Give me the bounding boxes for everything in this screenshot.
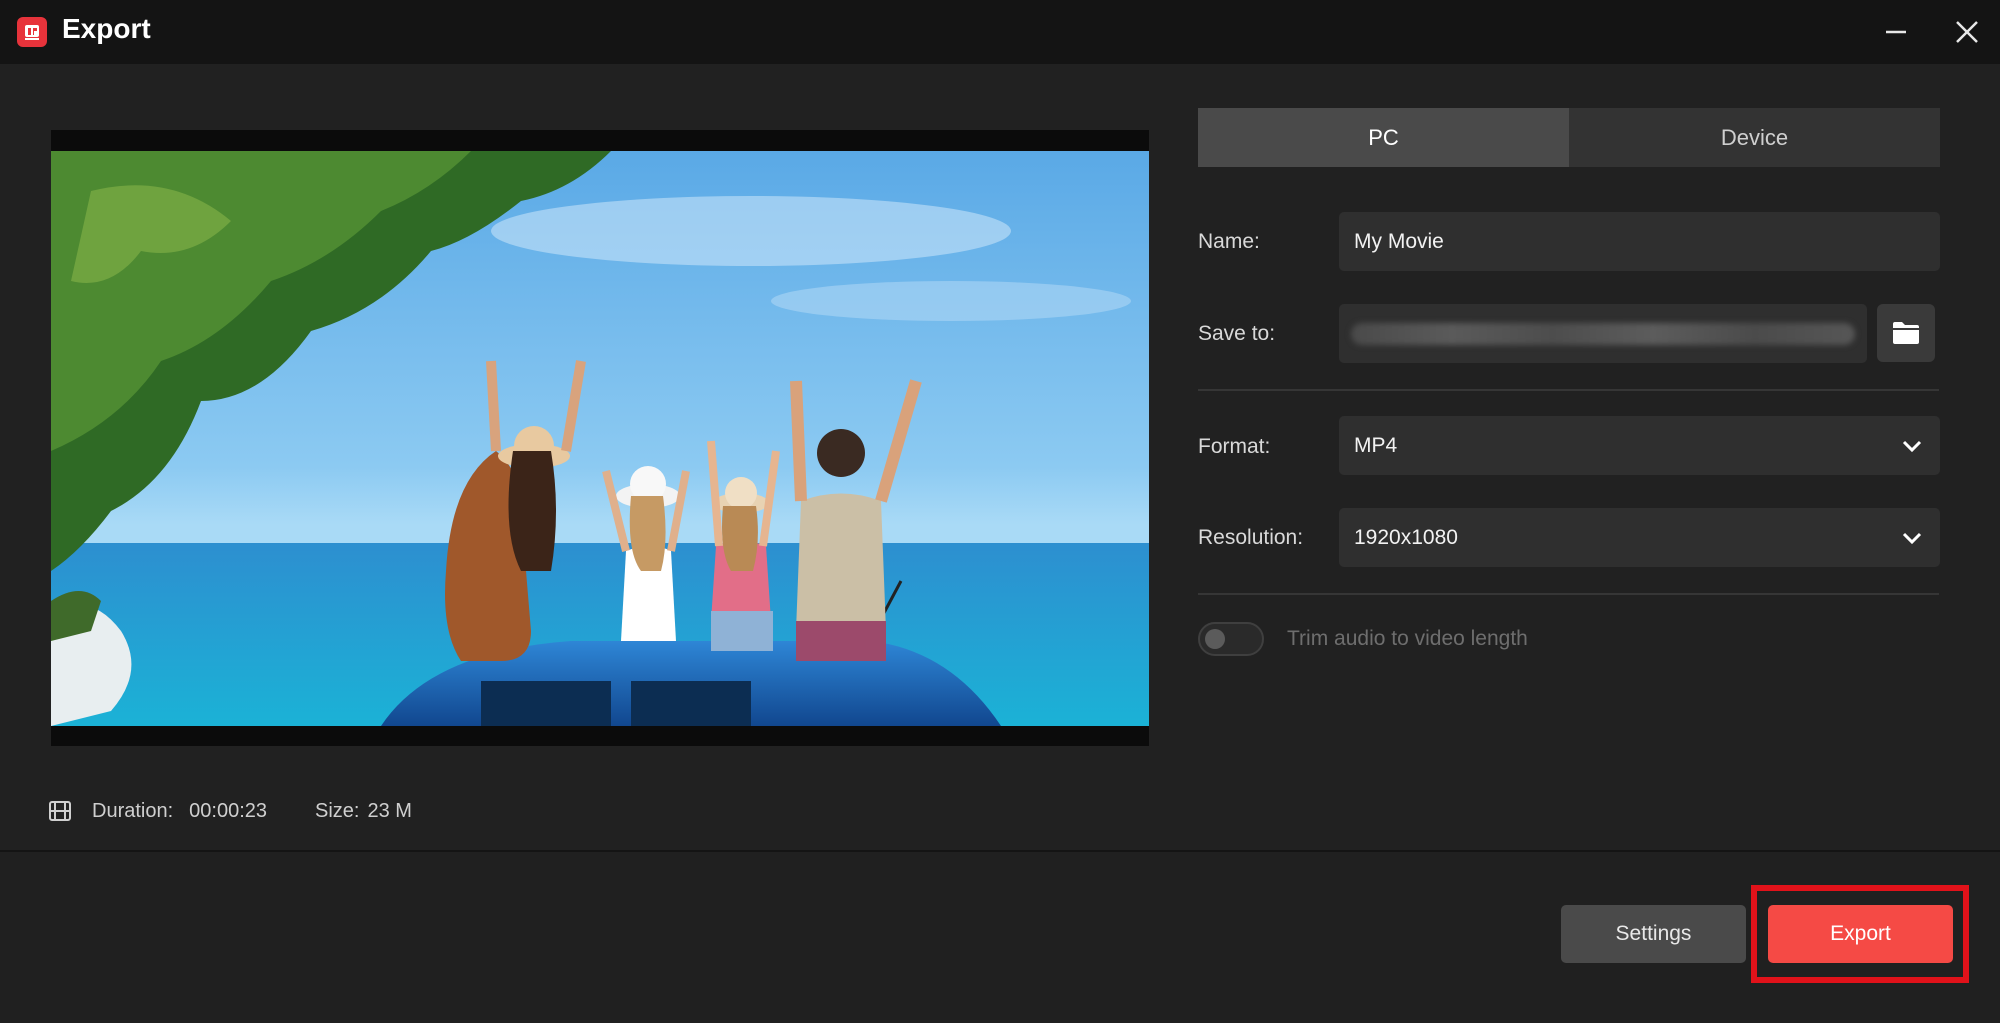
folder-icon [1893, 322, 1919, 344]
export-dialog: Export Duration: 00:00:23 Size: 23 M PC … [0, 0, 2000, 1023]
trim-audio-toggle[interactable] [1198, 622, 1264, 656]
chevron-down-icon [1902, 440, 1922, 453]
chevron-down-icon [1902, 532, 1922, 545]
save-path-value [1351, 322, 1855, 345]
trim-audio-label: Trim audio to video length [1287, 627, 1528, 650]
settings-button[interactable]: Settings [1561, 905, 1746, 963]
save-path-field[interactable] [1339, 304, 1867, 363]
minimize-button[interactable] [1876, 12, 1916, 52]
size-value: 23 M [367, 799, 412, 822]
export-highlight-box [1751, 885, 1969, 983]
format-value: MP4 [1354, 433, 1398, 457]
size-label: Size: [315, 799, 360, 822]
tab-device[interactable]: Device [1569, 108, 1940, 167]
duration-value: 00:00:23 [189, 799, 268, 822]
browse-folder-button[interactable] [1877, 304, 1935, 362]
resolution-select[interactable]: 1920x1080 [1339, 508, 1940, 567]
duration-label: Duration: [92, 799, 174, 822]
app-logo-icon [17, 17, 47, 47]
toggle-knob [1205, 629, 1225, 649]
name-label: Name: [1198, 230, 1260, 253]
export-target-tabs: PC Device [1198, 108, 1940, 167]
video-info: Duration: 00:00:23 Size: 23 M [48, 796, 412, 826]
close-button[interactable] [1947, 12, 1987, 52]
video-preview [51, 130, 1149, 746]
format-label: Format: [1198, 435, 1271, 458]
name-field[interactable]: My Movie [1339, 212, 1940, 271]
format-select[interactable]: MP4 [1339, 416, 1940, 475]
title-bar: Export [0, 0, 2000, 64]
tab-pc[interactable]: PC [1198, 108, 1569, 167]
close-icon [1956, 21, 1978, 43]
divider [1198, 389, 1939, 391]
window-title: Export [62, 13, 151, 44]
resolution-label: Resolution: [1198, 526, 1304, 549]
resolution-value: 1920x1080 [1354, 525, 1458, 549]
film-icon [49, 801, 71, 821]
minimize-icon [1886, 30, 1906, 34]
save-to-label: Save to: [1198, 322, 1276, 345]
preview-image [51, 151, 1149, 726]
divider [1198, 593, 1939, 595]
